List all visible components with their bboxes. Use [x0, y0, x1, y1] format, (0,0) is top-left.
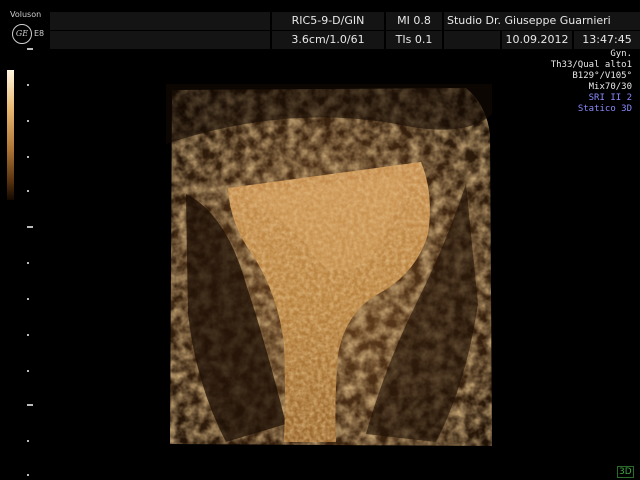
depth-tick [27, 262, 29, 264]
header-spacer-3 [444, 31, 500, 49]
ultrasound-render [166, 84, 492, 446]
depth-tick [27, 370, 29, 372]
depth-tick [27, 190, 29, 192]
clinic-name: Studio Dr. Giuseppe Guarnieri [444, 12, 640, 30]
depth-tick [27, 334, 29, 336]
exam-time: 13:47:45 [574, 31, 640, 49]
mix-label: Mix70/30 [588, 82, 632, 92]
depth-tick [27, 84, 29, 86]
brand-label: Voluson [10, 10, 42, 19]
color-scale-bar [7, 70, 14, 200]
parameter-panel: Gyn. Th33/Qual alto1 B129°/V105° Mix70/3… [551, 49, 632, 115]
model-label: E8 [34, 29, 45, 38]
depth-tick [27, 120, 29, 122]
depth-tick [27, 298, 29, 300]
depth-tick [27, 156, 29, 158]
header-spacer-1 [50, 12, 270, 30]
probe-label: RIC5-9-D/GIN [272, 12, 384, 30]
sri-label: SRI II 2 [588, 93, 632, 103]
header-spacer-2 [50, 31, 270, 49]
tis-label: TIs 0.1 [386, 31, 442, 49]
depth-tick [27, 48, 33, 50]
mode-label: Statico 3D [577, 104, 632, 114]
quality-label: Th33/Qual alto1 [550, 60, 632, 70]
depth-tick [27, 226, 33, 228]
depth-info: 3.6cm/1.0/61 [272, 31, 384, 49]
mode-3d-badge: 3D [617, 466, 634, 478]
mi-label: MI 0.8 [386, 12, 442, 30]
preset-label: Gyn. [610, 49, 632, 59]
depth-tick [27, 440, 29, 442]
depth-tick [27, 404, 33, 406]
exam-date: 10.09.2012 [502, 31, 572, 49]
ge-logo: GE [12, 24, 32, 44]
depth-tick [27, 474, 29, 476]
ultrasound-3d-image [166, 84, 492, 446]
angles-label: B129°/V105° [572, 71, 632, 81]
